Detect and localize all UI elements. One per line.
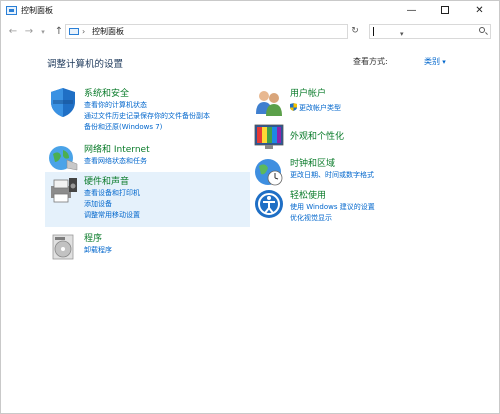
title-bar: 控制面板 — ✕ (1, 1, 499, 21)
link-optimize-display[interactable]: 优化视觉显示 (290, 213, 332, 223)
shield-icon (51, 88, 75, 117)
link-devices-printers[interactable]: 查看设备和打印机 (84, 188, 140, 198)
link-add-device[interactable]: 添加设备 (84, 199, 112, 209)
category-system-security: 系统和安全 查看你的计算机状态 通过文件历史记录保存你的文件备份副本 备份和还原… (47, 86, 247, 136)
category-programs: 程序 卸载程序 (47, 231, 247, 261)
back-button[interactable]: ← (7, 25, 19, 39)
text-caret (373, 27, 374, 36)
category-title[interactable]: 轻松使用 (290, 188, 326, 201)
clock-globe-icon (255, 159, 283, 186)
globe-network-icon (49, 146, 78, 171)
up-button[interactable]: ↑ (53, 25, 65, 39)
category-title[interactable]: 时钟和区域 (290, 156, 335, 169)
uac-shield-icon (290, 103, 297, 111)
monitor-palette-icon (254, 124, 284, 149)
category-hardware-sound: 硬件和声音 查看设备和打印机 添加设备 调整常用移动设置 (47, 174, 247, 224)
category-appearance: 外观和个性化 (253, 121, 453, 151)
link-uninstall-program[interactable]: 卸载程序 (84, 245, 112, 255)
link-network-status[interactable]: 查看网络状态和任务 (84, 156, 147, 166)
category-title[interactable]: 程序 (84, 231, 102, 244)
category-title[interactable]: 硬件和声音 (84, 174, 129, 187)
link-file-history[interactable]: 通过文件历史记录保存你的文件备份副本 (84, 111, 210, 121)
printer-speaker-icon (51, 178, 77, 203)
search-icon[interactable] (479, 27, 485, 33)
search-input[interactable] (369, 24, 491, 39)
category-title[interactable]: 外观和个性化 (290, 129, 344, 142)
refresh-button[interactable]: ↻ (349, 24, 361, 39)
breadcrumb-control-panel[interactable]: 控制面板 (92, 25, 124, 38)
link-change-account-type[interactable]: 更改帐户类型 (299, 103, 341, 113)
link-recommended-settings[interactable]: 使用 Windows 建议的设置 (290, 202, 375, 212)
ease-of-access-icon (255, 190, 283, 218)
maximize-button[interactable] (428, 1, 461, 21)
link-change-date-time[interactable]: 更改日期、时间或数字格式 (290, 170, 374, 180)
control-panel-icon (6, 6, 17, 15)
users-icon (256, 91, 282, 116)
category-clock-region: 时钟和区域 更改日期、时间或数字格式 (253, 156, 473, 186)
address-bar[interactable]: › 控制面板 ▾ (65, 24, 404, 39)
navigation-bar: ← → ▾ ↑ › 控制面板 ▾ ↻ (1, 21, 499, 43)
category-network: 网络和 Internet 查看网络状态和任务 (47, 142, 247, 172)
close-button[interactable]: ✕ (463, 1, 496, 21)
link-view-status[interactable]: 查看你的计算机状态 (84, 100, 147, 110)
view-by-label: 查看方式: (353, 57, 388, 66)
control-panel-small-icon (69, 28, 79, 35)
category-title[interactable]: 网络和 Internet (84, 142, 150, 155)
page-heading: 调整计算机的设置 (47, 59, 124, 70)
control-panel-window: 控制面板 — ✕ ← → ▾ ↑ › 控制面板 ▾ ↻ 调整计算机的设置 查看方… (0, 0, 500, 414)
link-backup-restore[interactable]: 备份和还原(Windows 7) (84, 122, 162, 132)
category-ease-of-access: 轻松使用 使用 Windows 建议的设置 优化视觉显示 (253, 188, 473, 228)
category-title[interactable]: 用户帐户 (290, 86, 326, 99)
category-title[interactable]: 系统和安全 (84, 86, 129, 99)
window-title: 控制面板 (21, 6, 53, 15)
forward-button[interactable]: → (23, 25, 35, 39)
programs-disc-icon (52, 234, 74, 260)
link-mobility-settings[interactable]: 调整常用移动设置 (84, 210, 140, 220)
maximize-icon (440, 6, 449, 14)
recent-locations-button[interactable]: ▾ (37, 25, 49, 39)
minimize-button[interactable]: — (395, 1, 428, 21)
category-user-accounts: 用户帐户 更改帐户类型 (253, 86, 453, 116)
breadcrumb-separator[interactable]: › (82, 25, 85, 38)
view-by-dropdown[interactable]: 类别 (424, 56, 446, 67)
